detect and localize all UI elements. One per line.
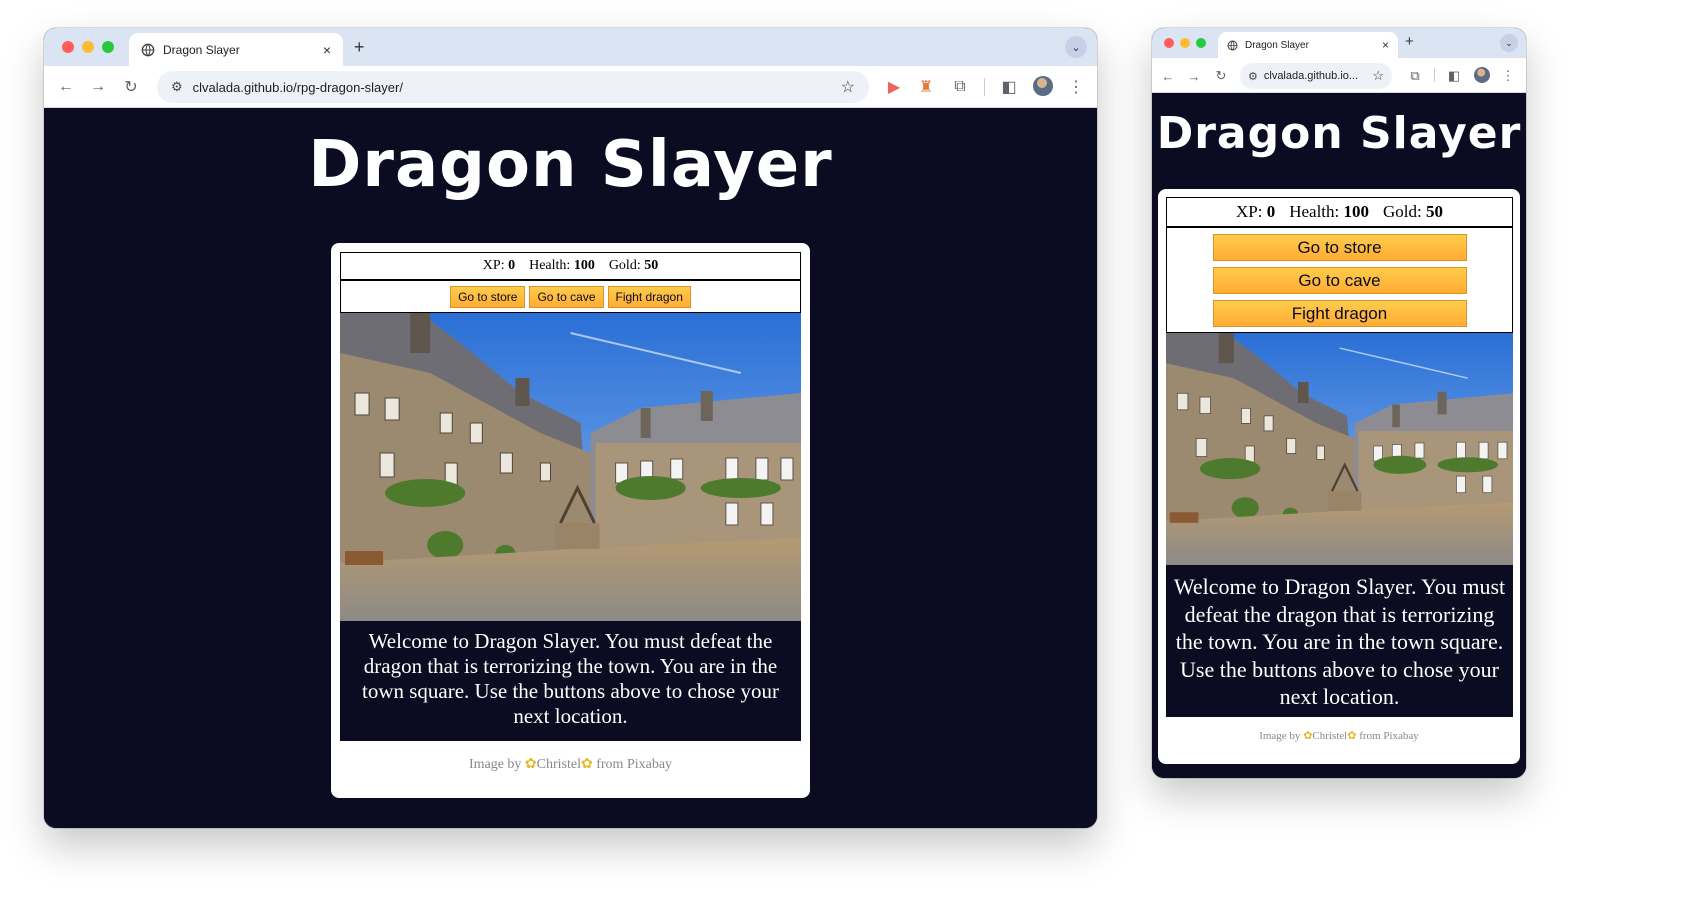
image-credit: Image by ✿Christel✿ from Pixabay: [1259, 730, 1419, 742]
forward-icon[interactable]: →: [86, 75, 110, 99]
globe-icon: [1227, 40, 1238, 51]
reload-icon[interactable]: ↻: [119, 75, 143, 99]
go-to-cave-button[interactable]: Go to cave: [529, 285, 604, 308]
bookmark-star-icon[interactable]: ☆: [1372, 68, 1384, 84]
profile-avatar[interactable]: [1474, 67, 1490, 83]
stats-bar: XP: 0 Health: 100 Gold: 50: [1166, 197, 1513, 227]
tab-search-icon[interactable]: ⌄: [1065, 36, 1087, 58]
stat-xp: XP: 0: [1236, 202, 1276, 221]
game-title: Dragon Slayer: [1156, 108, 1522, 159]
controls: Go to store Go to cave Fight dragon: [1166, 227, 1513, 333]
tab-close-icon[interactable]: ×: [1382, 38, 1389, 52]
zoom-window-button[interactable]: [1196, 38, 1206, 48]
xp-value: 0: [508, 258, 516, 273]
page-content: Dragon Slayer XP: 0 Health: 100 Gold: 50…: [1152, 93, 1526, 778]
game-container: XP: 0 Health: 100 Gold: 50 Go to store G…: [1158, 189, 1520, 764]
tab-title: Dragon Slayer: [163, 42, 240, 57]
stat-xp: XP: 0: [482, 258, 516, 273]
fight-dragon-button[interactable]: Fight dragon: [1212, 299, 1467, 327]
window-controls: [1164, 38, 1206, 48]
address-bar[interactable]: ⚙ clvalada.github.io... ☆: [1240, 63, 1392, 89]
site-settings-icon[interactable]: ⚙: [171, 79, 183, 95]
more-menu-icon[interactable]: ⋮: [1064, 75, 1088, 99]
url-text: clvalada.github.io/rpg-dragon-slayer/: [192, 79, 403, 95]
extension-icon[interactable]: ♜: [914, 75, 938, 99]
stats-bar: XP: 0 Health: 100 Gold: 50: [340, 252, 801, 280]
new-tab-button[interactable]: +: [1405, 33, 1414, 50]
flower-icon: ✿: [524, 757, 537, 772]
stat-health: Health: 100: [1289, 202, 1370, 221]
town-square-image: [1166, 333, 1513, 565]
health-value: 100: [573, 258, 595, 273]
forward-icon[interactable]: →: [1184, 66, 1204, 86]
browser-toolbar: ← → ↻ ⚙ clvalada.github.io/rpg-dragon-sl…: [44, 66, 1097, 108]
side-panel-icon[interactable]: ◧: [997, 75, 1021, 99]
gold-value: 50: [644, 258, 659, 273]
browser-toolbar: ← → ↻ ⚙ clvalada.github.io... ☆ ⧉ ◧ ⋮: [1152, 58, 1526, 93]
flower-icon: ✿: [1347, 730, 1357, 742]
side-panel-icon[interactable]: ◧: [1444, 66, 1464, 86]
close-window-button[interactable]: [62, 41, 74, 53]
url-text: clvalada.github.io...: [1263, 70, 1359, 82]
browser-tab[interactable]: Dragon Slayer ×: [129, 33, 343, 66]
stat-gold: Gold: 50: [608, 258, 659, 273]
close-window-button[interactable]: [1164, 38, 1174, 48]
zoom-window-button[interactable]: [102, 41, 114, 53]
toolbar-divider: [984, 78, 985, 96]
gold-value: 50: [1426, 202, 1443, 221]
back-icon[interactable]: ←: [54, 75, 78, 99]
minimize-window-button[interactable]: [82, 41, 94, 53]
browser-window-desktop: Dragon Slayer × + ⌄ ← → ↻ ⚙ clvalada.git…: [44, 28, 1097, 828]
extension-icon[interactable]: ▶: [882, 75, 906, 99]
page-content: Dragon Slayer XP: 0 Health: 100 Gold: 50…: [44, 108, 1097, 828]
address-bar[interactable]: ⚙ clvalada.github.io/rpg-dragon-slayer/ …: [157, 71, 869, 103]
tab-title: Dragon Slayer: [1245, 39, 1309, 51]
toolbar-divider: [1434, 68, 1435, 82]
back-icon[interactable]: ←: [1158, 66, 1178, 86]
minimize-window-button[interactable]: [1180, 38, 1190, 48]
stat-gold: Gold: 50: [1383, 202, 1443, 221]
go-to-store-button[interactable]: Go to store: [1212, 233, 1467, 261]
globe-icon: [141, 43, 155, 57]
game-title: Dragon Slayer: [308, 128, 833, 202]
reload-icon[interactable]: ↻: [1211, 66, 1231, 86]
credit-author-link[interactable]: Christel: [1312, 730, 1347, 742]
game-text: Welcome to Dragon Slayer. You must defea…: [1166, 565, 1513, 717]
game-text: Welcome to Dragon Slayer. You must defea…: [340, 621, 801, 741]
fight-dragon-button[interactable]: Fight dragon: [607, 285, 691, 308]
profile-avatar[interactable]: [1033, 76, 1053, 96]
browser-window-mobile: Dragon Slayer × + ⌄ ← → ↻ ⚙ clvalada.git…: [1152, 28, 1526, 778]
new-tab-button[interactable]: +: [354, 37, 365, 58]
window-controls: [62, 41, 114, 53]
go-to-cave-button[interactable]: Go to cave: [1212, 266, 1467, 294]
stat-health: Health: 100: [529, 258, 595, 273]
browser-tab[interactable]: Dragon Slayer ×: [1218, 32, 1398, 58]
bookmark-star-icon[interactable]: ☆: [841, 77, 855, 97]
controls: Go to store Go to cave Fight dragon: [340, 280, 801, 313]
tab-bar: Dragon Slayer × + ⌄: [1152, 28, 1526, 58]
site-settings-icon[interactable]: ⚙: [1248, 70, 1258, 83]
puzzle-extensions-icon[interactable]: ⧉: [1405, 66, 1425, 86]
credit-author-link[interactable]: Christel: [537, 757, 581, 772]
health-value: 100: [1343, 202, 1370, 221]
xp-value: 0: [1266, 202, 1276, 221]
tab-close-icon[interactable]: ×: [323, 42, 331, 58]
go-to-store-button[interactable]: Go to store: [450, 285, 526, 308]
image-credit: Image by ✿Christel✿ from Pixabay: [468, 757, 673, 772]
game-container: XP: 0 Health: 100 Gold: 50 Go to store G…: [331, 243, 810, 798]
puzzle-extensions-icon[interactable]: ⧉: [948, 75, 972, 99]
tab-bar: Dragon Slayer × + ⌄: [44, 28, 1097, 66]
tab-search-icon[interactable]: ⌄: [1500, 34, 1518, 52]
flower-icon: ✿: [581, 757, 593, 772]
town-square-image: [340, 313, 801, 621]
more-menu-icon[interactable]: ⋮: [1498, 66, 1518, 86]
